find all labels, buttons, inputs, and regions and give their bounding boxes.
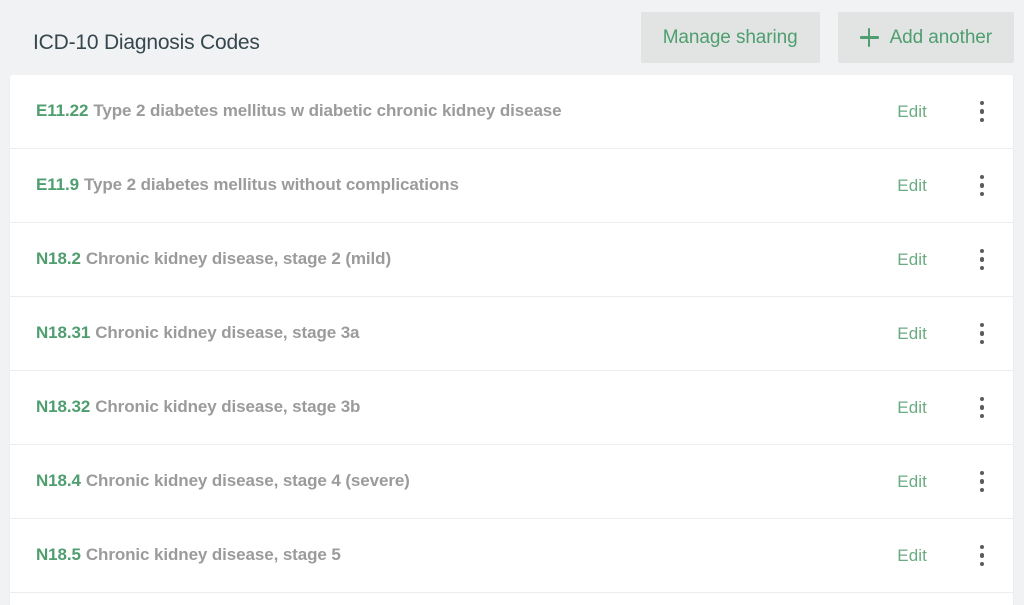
kebab-dot [979, 322, 985, 328]
edit-link[interactable]: Edit [897, 250, 927, 270]
diagnosis-description: Type 2 diabetes mellitus without complic… [84, 175, 459, 195]
page-header: ICD-10 Diagnosis Codes Manage sharing Ad… [0, 0, 1024, 75]
kebab-dot [979, 553, 985, 558]
edit-link[interactable]: Edit [897, 324, 927, 344]
edit-link[interactable]: Edit [897, 176, 927, 196]
kebab-dot [979, 248, 985, 254]
kebab-dot [979, 117, 985, 123]
diagnosis-code: N18.2 [36, 249, 81, 269]
kebab-menu-icon[interactable] [967, 92, 997, 132]
diagnosis-code: E11.22 [36, 101, 89, 121]
diagnosis-description: Chronic kidney disease, stage 3a [95, 323, 360, 343]
diagnosis-text: N18.31 Chronic kidney disease, stage 3a [36, 323, 897, 343]
diagnosis-code: N18.31 [36, 323, 91, 343]
plus-icon [859, 28, 879, 47]
diagnosis-code: N18.5 [36, 545, 81, 565]
diagnosis-codes-card: E11.22 Type 2 diabetes mellitus w diabeti… [10, 75, 1013, 605]
diagnosis-description: Chronic kidney disease, stage 5 [85, 545, 341, 565]
diagnosis-text: N18.4 Chronic kidney disease, stage 4 (se… [36, 471, 897, 491]
kebab-dot [979, 265, 985, 271]
kebab-menu-icon[interactable] [967, 166, 997, 206]
diagnosis-code: N18.32 [36, 397, 91, 417]
table-row[interactable]: E11.22 Type 2 diabetes mellitus w diabeti… [10, 75, 1013, 149]
kebab-dot [979, 257, 985, 262]
diagnosis-text: E11.22 Type 2 diabetes mellitus w diabeti… [36, 101, 897, 121]
kebab-dot [979, 405, 985, 410]
diagnosis-description: Chronic kidney disease, stage 2 (mild) [85, 249, 392, 269]
add-another-label: Add another [889, 27, 993, 48]
kebab-dot [979, 413, 985, 419]
add-another-button[interactable]: Add another [837, 12, 1014, 63]
kebab-dot [979, 174, 985, 180]
edit-link[interactable]: Edit [897, 102, 927, 122]
kebab-dot [979, 339, 985, 345]
diagnosis-code: E11.9 [36, 175, 79, 195]
diagnosis-codes-list: E11.22 Type 2 diabetes mellitus w diabeti… [10, 75, 1013, 593]
kebab-dot [979, 544, 985, 550]
table-row[interactable]: N18.32 Chronic kidney disease, stage 3b Ed… [10, 371, 1013, 445]
kebab-dot [979, 561, 985, 567]
edit-link[interactable]: Edit [897, 546, 927, 566]
diagnosis-description: Chronic kidney disease, stage 3b [95, 397, 361, 417]
kebab-dot [979, 470, 985, 476]
table-row[interactable]: N18.31 Chronic kidney disease, stage 3a Ed… [10, 297, 1013, 371]
kebab-dot [979, 191, 985, 197]
page-title: ICD-10 Diagnosis Codes [33, 31, 260, 54]
header-actions: Manage sharing Add another [640, 12, 1014, 63]
diagnosis-text: N18.2 Chronic kidney disease, stage 2 (mi… [36, 249, 897, 269]
kebab-dot [979, 331, 985, 336]
table-row[interactable]: N18.5 Chronic kidney disease, stage 5 Edit [10, 519, 1013, 593]
diagnosis-code: N18.4 [36, 471, 81, 491]
kebab-menu-icon[interactable] [967, 314, 997, 354]
icd10-diagnosis-codes-screen: ICD-10 Diagnosis Codes Manage sharing Ad… [0, 0, 1024, 605]
table-row[interactable]: N18.2 Chronic kidney disease, stage 2 (mi… [10, 223, 1013, 297]
kebab-menu-icon[interactable] [967, 240, 997, 280]
diagnosis-description: Type 2 diabetes mellitus w diabetic chro… [93, 101, 562, 121]
diagnosis-text: N18.32 Chronic kidney disease, stage 3b [36, 397, 897, 417]
kebab-dot [979, 183, 985, 188]
kebab-dot [979, 109, 985, 114]
kebab-dot [979, 487, 985, 493]
kebab-dot [979, 100, 985, 106]
table-row[interactable]: N18.4 Chronic kidney disease, stage 4 (se… [10, 445, 1013, 519]
manage-sharing-label: Manage sharing [662, 27, 798, 48]
diagnosis-text: E11.9 Type 2 diabetes mellitus without co… [36, 175, 897, 195]
kebab-dot [979, 396, 985, 402]
kebab-menu-icon[interactable] [967, 536, 997, 576]
kebab-dot [979, 479, 985, 484]
table-row[interactable]: E11.9 Type 2 diabetes mellitus without co… [10, 149, 1013, 223]
manage-sharing-button[interactable]: Manage sharing [640, 12, 820, 63]
edit-link[interactable]: Edit [897, 398, 927, 418]
kebab-menu-icon[interactable] [967, 462, 997, 502]
diagnosis-description: Chronic kidney disease, stage 4 (severe) [85, 471, 410, 491]
edit-link[interactable]: Edit [897, 472, 927, 492]
table-row-partial[interactable] [10, 593, 1013, 605]
kebab-menu-icon[interactable] [967, 388, 997, 428]
diagnosis-text: N18.5 Chronic kidney disease, stage 5 [36, 545, 897, 565]
